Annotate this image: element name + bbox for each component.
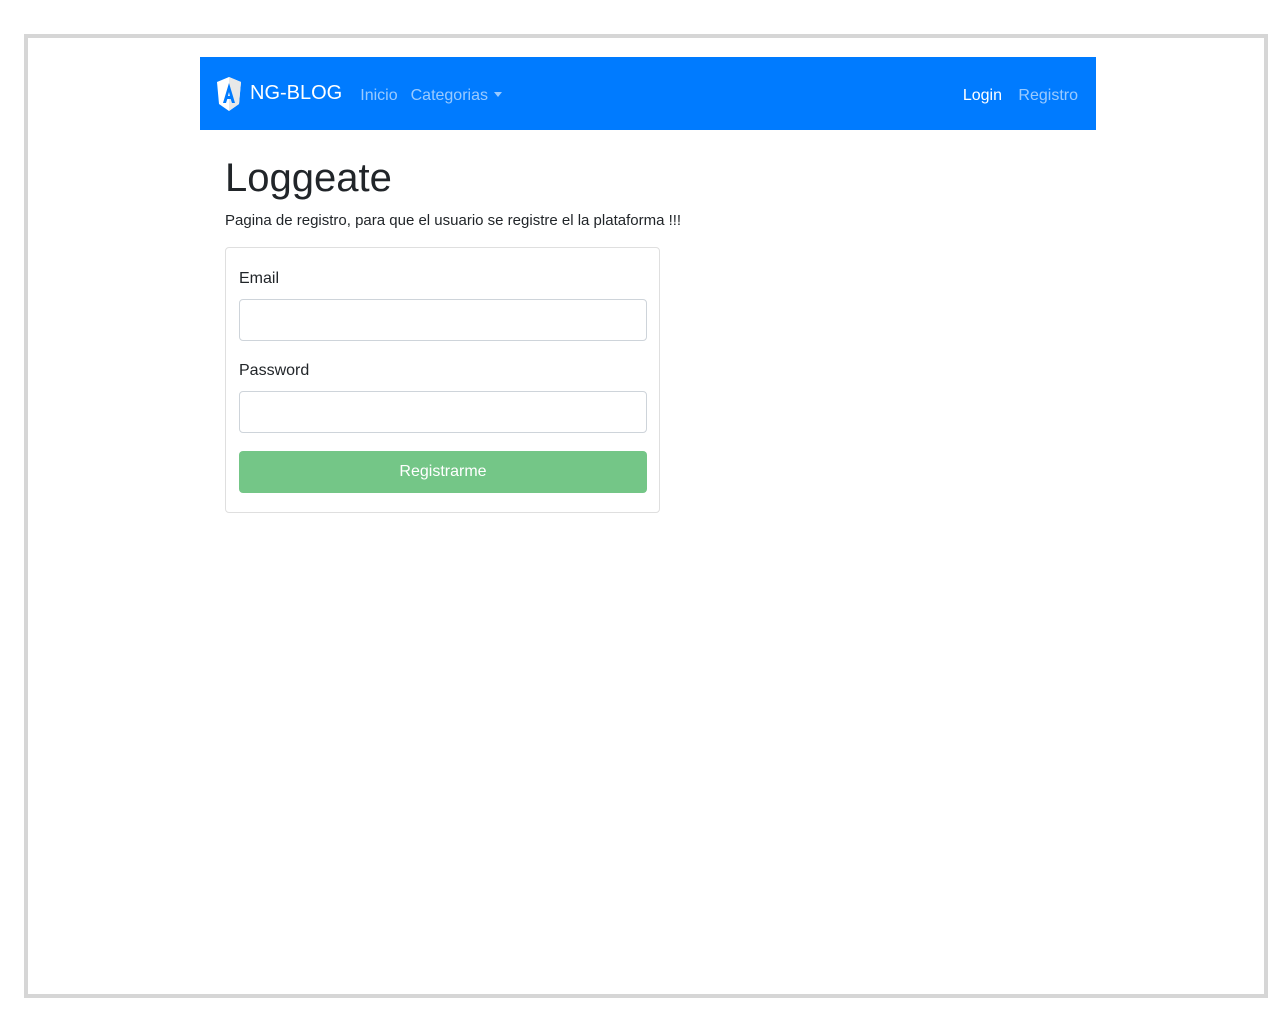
brand-name: NG-BLOG — [250, 82, 343, 104]
password-field[interactable] — [239, 391, 647, 433]
angular-logo-icon — [216, 76, 242, 112]
main-content: Loggeate Pagina de registro, para que el… — [200, 154, 1096, 513]
navbar: NG-BLOG Inicio Categorias Login Registro — [200, 57, 1096, 130]
password-label: Password — [239, 362, 310, 379]
nav-dropdown-label: Categorias — [410, 86, 488, 104]
login-card: Email Password Registrarme — [225, 247, 660, 513]
nav-link-register[interactable]: Registro — [1018, 83, 1078, 105]
caret-down-icon — [493, 92, 502, 97]
nav-right: Login Registro — [951, 83, 1078, 105]
page-description: Pagina de registro, para que el usuario … — [225, 212, 682, 229]
page-title: Loggeate — [225, 156, 392, 200]
email-field[interactable] — [239, 299, 647, 341]
nav-link-login[interactable]: Login — [963, 83, 1002, 105]
register-button[interactable]: Registrarme — [239, 451, 647, 493]
nav-link-home[interactable]: Inicio — [360, 83, 397, 105]
nav-dropdown-categories[interactable]: Categorias — [411, 83, 502, 105]
brand-link[interactable]: NG-BLOG — [216, 76, 342, 112]
email-label: Email — [239, 270, 280, 287]
page-container: NG-BLOG Inicio Categorias Login Registro… — [200, 57, 1096, 513]
